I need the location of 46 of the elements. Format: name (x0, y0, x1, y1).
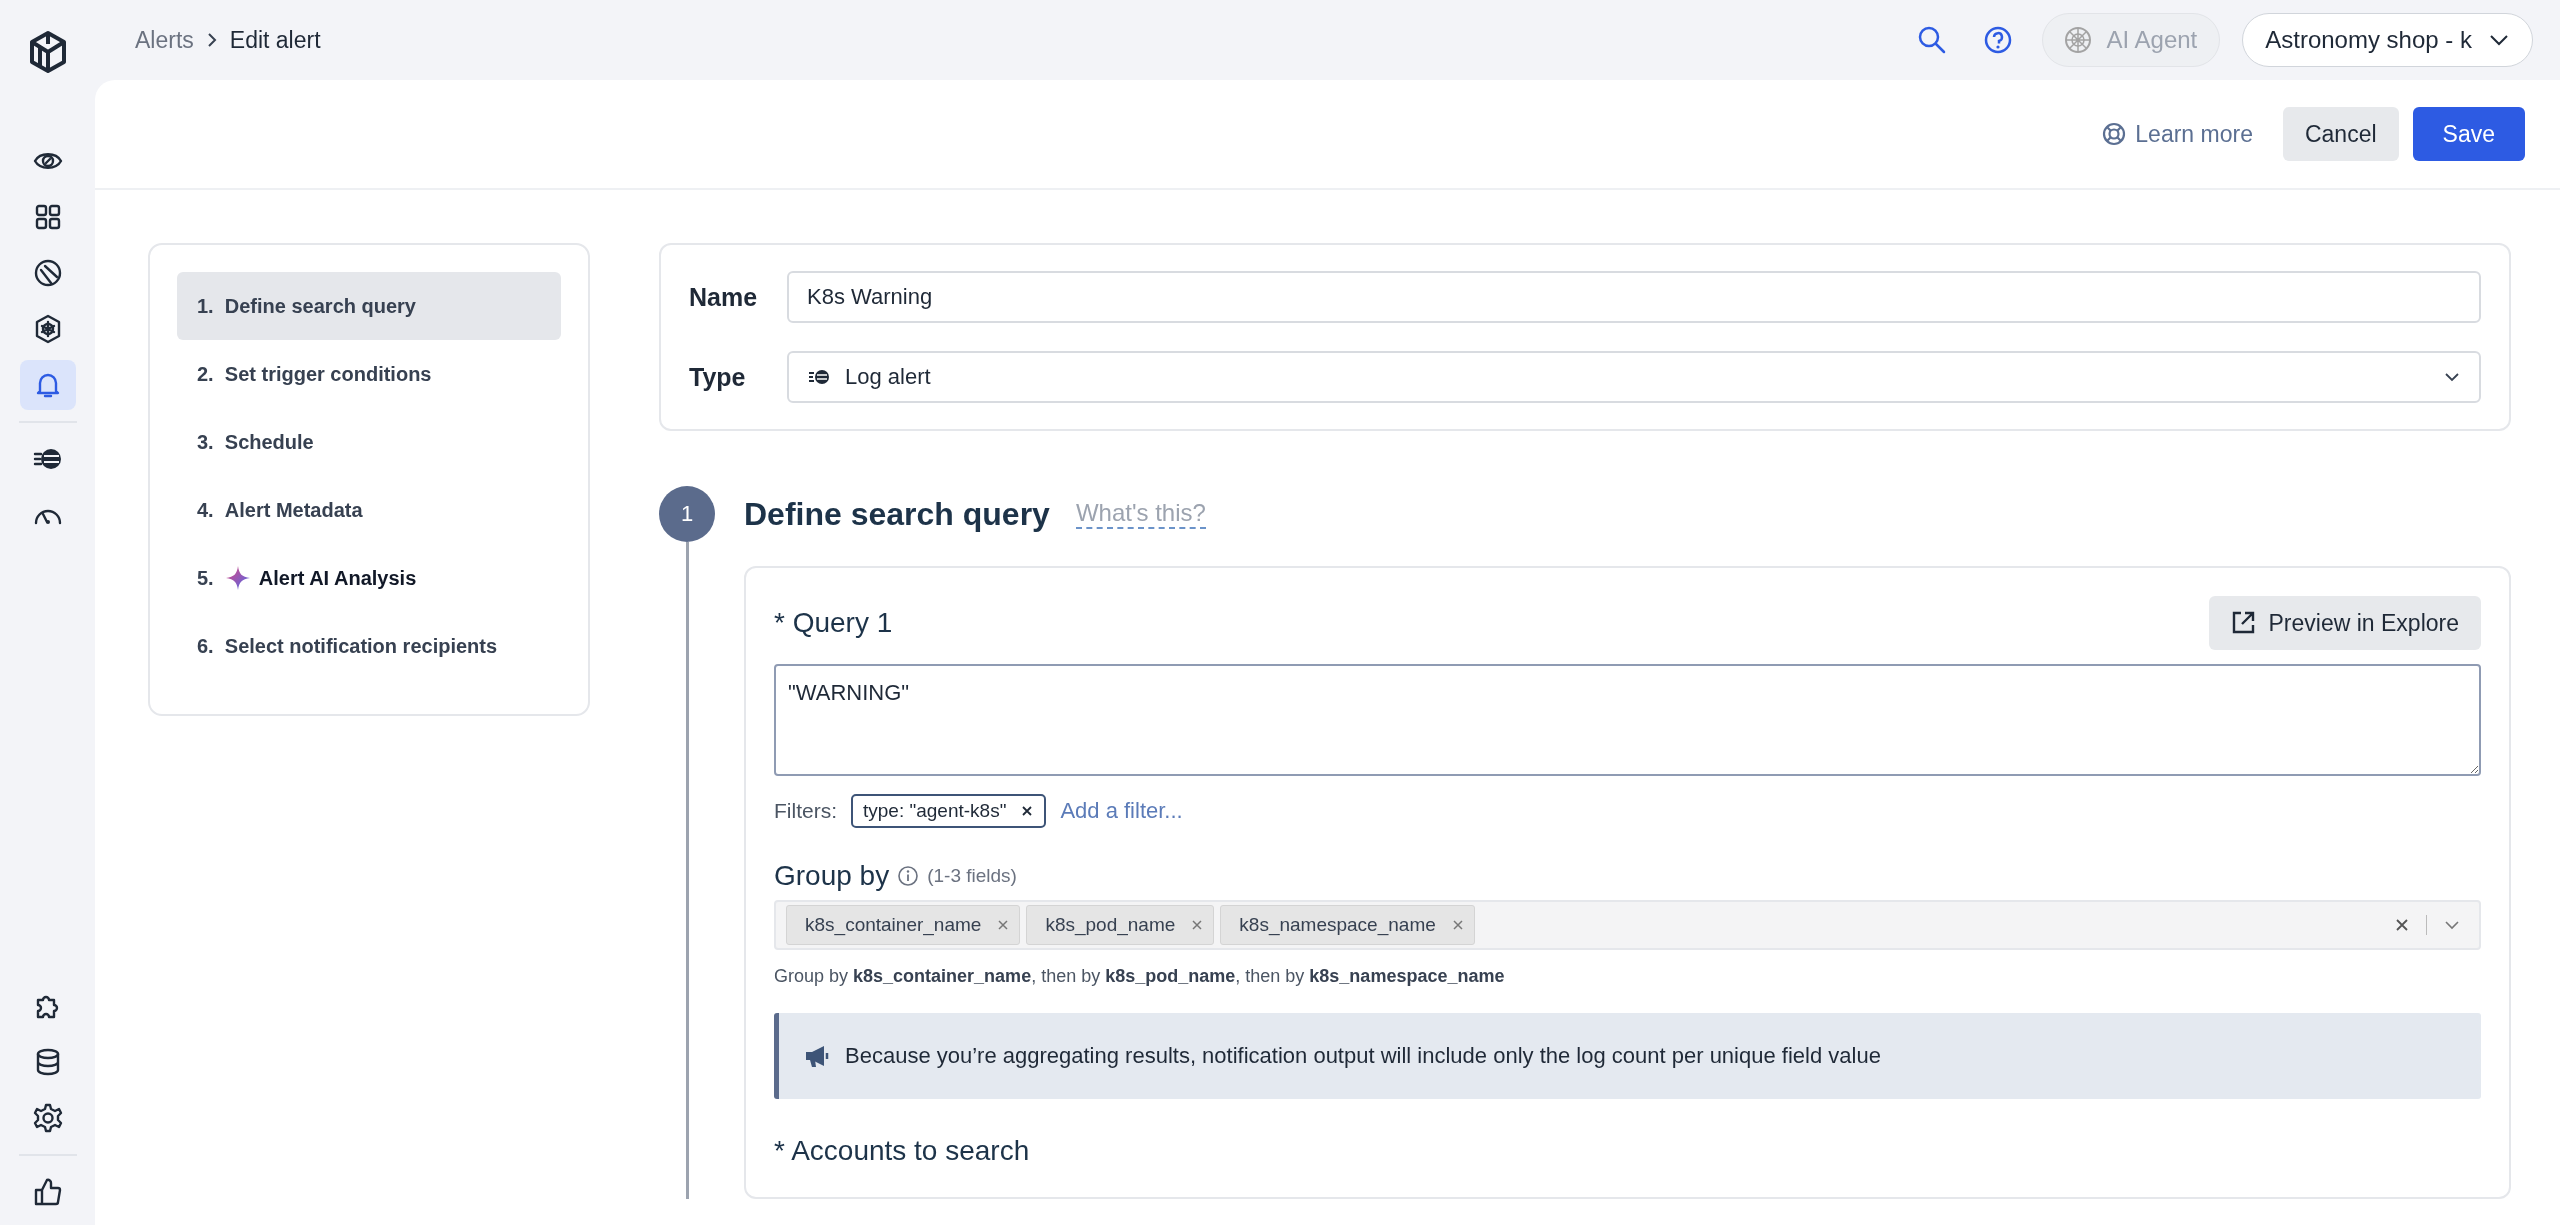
field-tag[interactable]: k8s_container_name (786, 905, 1021, 945)
chevron-right-icon (205, 31, 218, 49)
cancel-button[interactable]: Cancel (2282, 107, 2399, 161)
query-label: * Query 1 (774, 607, 893, 639)
step-item[interactable]: 4. Alert Metadata (177, 476, 561, 544)
filter-tag[interactable]: type: "agent-k8s" (851, 794, 1047, 828)
group-by-select[interactable]: k8s_container_name k8s_pod_name k8s_namespace_name (774, 900, 2481, 950)
step-number: 1 (659, 486, 715, 542)
clear-icon[interactable] (2394, 917, 2410, 933)
accounts-label: * Accounts to search (774, 1135, 1031, 1167)
step-item[interactable]: 1. Define search query (177, 272, 561, 340)
logs-icon (807, 367, 831, 387)
megaphone-icon (803, 1043, 831, 1069)
save-button[interactable]: Save (2412, 107, 2525, 161)
step-item[interactable]: 6. Select notification recipients (177, 612, 561, 680)
group-by-summary: Group by k8s_container_name, then by k8s_pod_name, then by k8s_namespace_name (774, 966, 1506, 987)
preview-button[interactable]: Preview in Explore (2208, 596, 2481, 650)
lifebuoy-icon (2101, 121, 2128, 147)
close-icon[interactable] (1020, 804, 1035, 818)
chevron-down-icon[interactable] (2443, 919, 2461, 931)
account-dropdown[interactable]: Astronomy shop - k (2242, 13, 2533, 67)
field-tag[interactable]: k8s_pod_name (1026, 905, 1215, 945)
filters-label: Filters: (774, 799, 837, 823)
info-icon (897, 865, 920, 887)
settings-icon (31, 1102, 64, 1134)
section-title: Define search query (744, 495, 1050, 533)
type-select[interactable]: Log alert (787, 351, 2481, 403)
group-by-hint: (1-3 fields) (927, 865, 1017, 887)
field-label: Name (689, 282, 759, 312)
group-by-label: Group by (774, 860, 890, 892)
notice-text: Because you’re aggregating results, notification output will include only the log count per unique field value (845, 1043, 1881, 1069)
breadcrumb-current: Edit alert (229, 26, 321, 54)
breadcrumb-link[interactable]: Alerts (135, 26, 194, 54)
field-tag[interactable]: k8s_namespace_name (1220, 905, 1475, 945)
step-item[interactable]: 2. Set trigger conditions (177, 340, 561, 408)
add-filter-link[interactable]: Add a filter... (1060, 798, 1183, 824)
query-input[interactable]: "WARNING" (774, 664, 2481, 776)
chevron-down-icon (2443, 371, 2461, 383)
step-item[interactable]: 3. Schedule (177, 408, 561, 476)
web-icon (2062, 25, 2093, 55)
chevron-down-icon (2488, 33, 2510, 47)
step-item[interactable]: 5. Alert AI Analysis (177, 544, 561, 612)
name-input[interactable]: K8s Warning (787, 271, 2481, 323)
field-label: Type (689, 362, 747, 392)
logo-icon[interactable] (27, 30, 68, 74)
learn-more-link[interactable]: Learn more (2101, 120, 2253, 148)
